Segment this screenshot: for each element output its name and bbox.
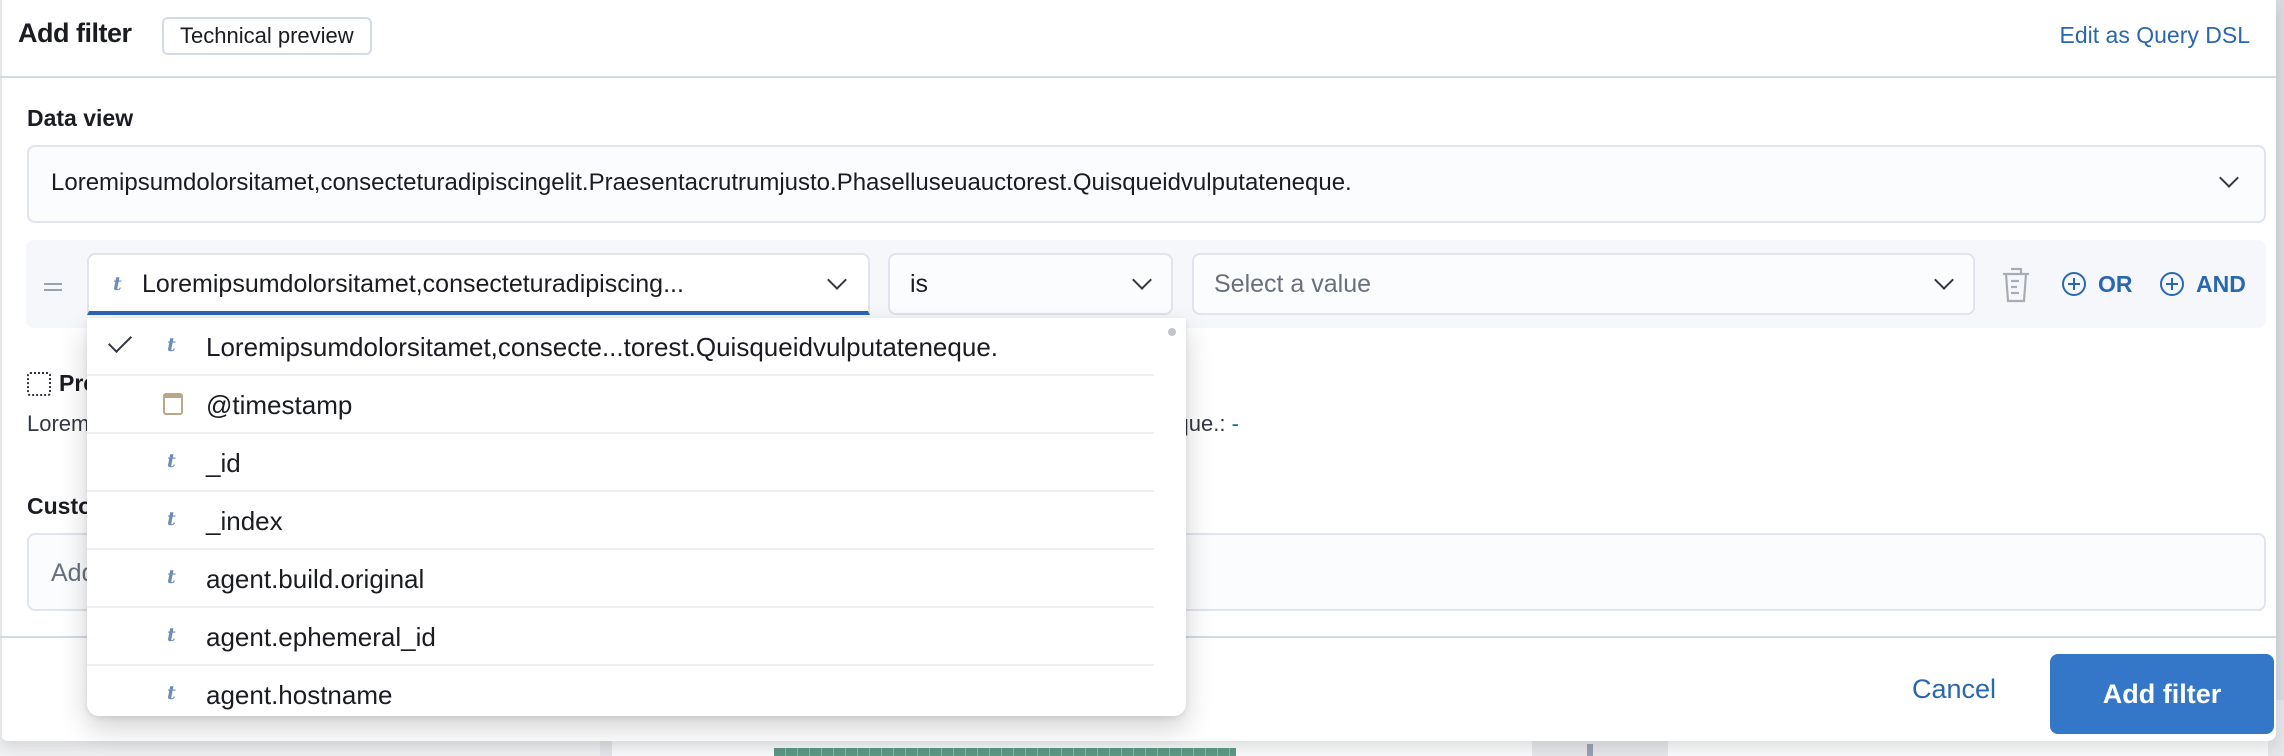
list-item-label: agent.build.original [206, 564, 425, 594]
list-item[interactable]: t Loremipsumdolorsitamet,consecte...tore… [87, 318, 1154, 376]
list-item[interactable]: t agent.hostname [87, 666, 1154, 716]
data-view-label: Data view [27, 105, 134, 131]
string-type-icon: t [167, 682, 176, 704]
technical-preview-badge: Technical preview [162, 17, 372, 55]
list-item-label: _index [206, 506, 283, 536]
list-item-label: Loremipsumdolorsitamet,consecte...torest… [206, 332, 998, 362]
and-label: AND [2196, 270, 2246, 297]
data-view-select[interactable]: Loremipsumdolorsitamet,consecteturadipis… [27, 145, 2266, 223]
list-item-label: @timestamp [206, 390, 353, 420]
chevron-down-icon [1132, 270, 1152, 290]
list-item[interactable]: t _id [87, 434, 1154, 492]
plus-circle-icon [2062, 272, 2086, 296]
modal-title: Add filter [18, 18, 132, 48]
string-type-icon: t [167, 508, 176, 530]
background-panel [0, 740, 600, 756]
string-type-icon: t [113, 273, 122, 295]
value-select-placeholder: Select a value [1214, 270, 1372, 298]
list-item[interactable]: t agent.ephemeral_id [87, 608, 1154, 666]
list-item-label: agent.ephemeral_id [206, 622, 436, 652]
field-select[interactable]: t Loremipsumdolorsitamet,consecteturadip… [87, 253, 870, 315]
edit-as-query-dsl-link[interactable]: Edit as Query DSL [2060, 22, 2250, 49]
list-item-label: _id [206, 448, 241, 478]
add-filter-modal: Add filter Technical preview Edit as Que… [0, 0, 2276, 741]
background-panel [1668, 740, 2268, 756]
string-type-icon: t [167, 334, 176, 356]
data-view-value: Loremipsumdolorsitamet,consecteturadipis… [51, 169, 1352, 196]
add-or-condition-button[interactable]: OR [2062, 266, 2133, 302]
list-item-label: agent.hostname [206, 680, 393, 710]
preview-value: - [1231, 411, 1239, 436]
chevron-down-icon [827, 270, 847, 290]
add-filter-button[interactable]: Add filter [2050, 654, 2274, 734]
check-icon [107, 328, 133, 354]
or-label: OR [2098, 270, 2133, 297]
string-type-icon: t [167, 450, 176, 472]
operator-select[interactable]: is [888, 253, 1173, 315]
trash-icon[interactable] [2000, 266, 2032, 304]
list-item[interactable]: t _index [87, 492, 1154, 550]
operator-value: is [910, 270, 929, 298]
drag-handle-icon[interactable] [44, 283, 62, 285]
cancel-button[interactable]: Cancel [1912, 674, 1996, 705]
chevron-down-icon [2219, 168, 2239, 188]
background-chart-bars [774, 748, 1236, 756]
string-type-icon: t [167, 624, 176, 646]
string-type-icon: t [167, 566, 176, 588]
scrollbar[interactable] [1168, 328, 1176, 336]
plus-circle-icon [2160, 272, 2184, 296]
calendar-icon [163, 393, 183, 415]
chevron-down-icon [1934, 270, 1954, 290]
list-item[interactable]: t agent.build.original [87, 550, 1154, 608]
field-select-value: Loremipsumdolorsitamet,consecteturadipis… [142, 270, 684, 298]
field-dropdown-list: t Loremipsumdolorsitamet,consecte...tore… [87, 318, 1186, 716]
add-and-condition-button[interactable]: AND [2160, 266, 2246, 302]
value-select[interactable]: Select a value [1192, 253, 1975, 315]
inspect-icon [27, 371, 51, 396]
modal-header: Add filter Technical preview Edit as Que… [0, 0, 2276, 78]
list-item[interactable]: @timestamp [87, 376, 1154, 434]
background-divider [1587, 744, 1593, 756]
